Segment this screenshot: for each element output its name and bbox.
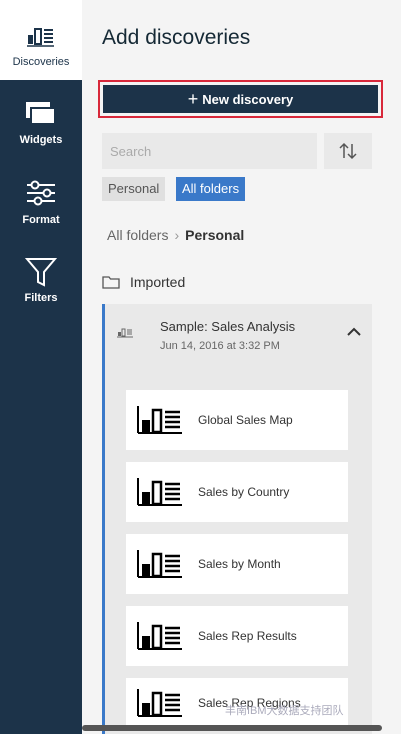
card-label: Sales Rep Results xyxy=(198,629,297,643)
widget-card[interactable]: Global Sales Map xyxy=(126,390,348,450)
breadcrumb-current: Personal xyxy=(185,227,245,243)
widget-card[interactable]: Sales Rep Results xyxy=(126,606,348,666)
discovery-date: Jun 14, 2016 at 3:32 PM xyxy=(160,340,280,352)
sort-icon xyxy=(339,142,357,160)
left-sidebar: Discoveries Widgets Format Filters xyxy=(0,0,82,734)
discovery-chart-icon xyxy=(137,689,182,717)
chip-personal[interactable]: Personal xyxy=(102,177,166,201)
card-label: Sales by Month xyxy=(198,557,281,571)
widget-card[interactable]: Sales by Month xyxy=(126,534,348,594)
discoveries-icon xyxy=(27,28,54,47)
card-label: Global Sales Map xyxy=(198,413,293,427)
folder-icon xyxy=(102,276,120,289)
breadcrumb-root[interactable]: All folders xyxy=(107,227,168,243)
discovery-chart-icon xyxy=(137,478,182,506)
discovery-chart-icon xyxy=(137,406,182,434)
nav-widgets-label: Widgets xyxy=(19,134,63,146)
plus-icon: + xyxy=(187,89,199,109)
horizontal-scrollbar[interactable] xyxy=(82,725,382,731)
nav-filters-label: Filters xyxy=(24,292,58,304)
add-discoveries-panel: Add discoveries + New discovery Personal… xyxy=(82,0,395,734)
folder-label: Imported xyxy=(130,274,186,290)
widgets-icon xyxy=(26,102,56,125)
nav-filters[interactable]: Filters xyxy=(0,256,82,304)
nav-widgets[interactable]: Widgets xyxy=(0,100,82,146)
card-label: Sales by Country xyxy=(198,485,290,499)
watermark: 丰南IBM大数据支持团队 xyxy=(225,705,344,717)
discovery-chart-icon xyxy=(137,622,182,650)
panel-title: Add discoveries xyxy=(102,26,251,49)
nav-discoveries[interactable]: Discoveries xyxy=(0,0,82,80)
new-discovery-button[interactable]: + New discovery xyxy=(103,85,378,113)
sort-button[interactable] xyxy=(324,133,372,169)
sliders-icon xyxy=(27,180,55,206)
discovery-title[interactable]: Sample: Sales Analysis xyxy=(160,319,295,334)
nav-discoveries-label: Discoveries xyxy=(12,56,70,68)
nav-format[interactable]: Format xyxy=(0,180,82,226)
nav-format-label: Format xyxy=(22,214,60,226)
breadcrumb-separator-icon: › xyxy=(174,227,180,243)
breadcrumb: All folders › Personal xyxy=(107,227,244,243)
folder-row[interactable]: Imported xyxy=(102,264,372,300)
chevron-up-icon[interactable] xyxy=(346,326,362,336)
filter-icon xyxy=(25,258,57,287)
discovery-chart-icon xyxy=(137,550,182,578)
new-discovery-highlight: + New discovery xyxy=(98,80,383,118)
chip-all-folders[interactable]: All folders xyxy=(176,177,246,201)
search-input[interactable] xyxy=(102,133,317,169)
new-discovery-label: New discovery xyxy=(202,91,294,107)
discovery-small-icon xyxy=(117,328,133,338)
widget-card[interactable]: Sales by Country xyxy=(126,462,348,522)
